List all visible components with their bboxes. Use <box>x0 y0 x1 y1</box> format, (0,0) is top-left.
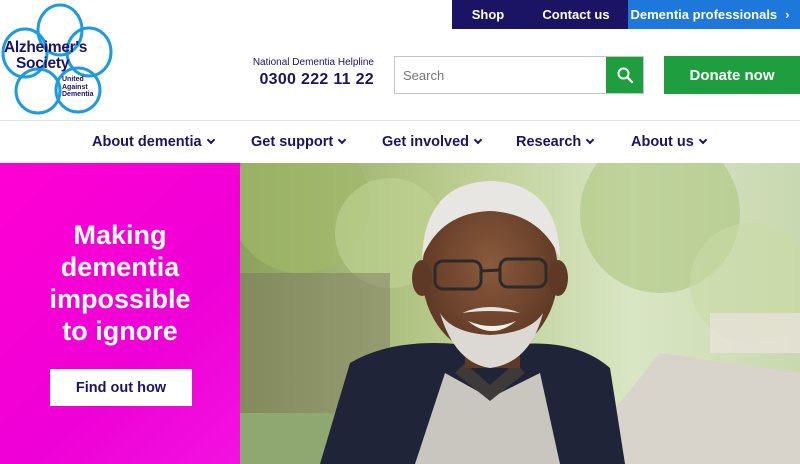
chevron-down-icon <box>337 135 347 145</box>
chevron-down-icon <box>586 135 595 145</box>
chevron-down-icon <box>698 135 708 145</box>
logo-name-line1: Alzheimer's <box>4 39 88 56</box>
logo-tagline: United Against Dementia <box>62 76 94 99</box>
search-input[interactable] <box>395 57 606 93</box>
search-button[interactable] <box>606 57 643 93</box>
nav-item-label: Get involved <box>382 133 470 150</box>
nav-item-about-dementia[interactable]: About dementia <box>92 121 215 162</box>
search-icon <box>617 67 633 83</box>
hero-heading-line: impossible <box>49 284 191 314</box>
hero-heading: Making dementia impossible to ignore <box>0 219 240 347</box>
helpline-label: National Dementia Helpline <box>252 57 374 68</box>
dementia-professionals-link[interactable]: Dementia professionals › <box>628 0 800 29</box>
logo-tagline-2: Against <box>62 83 88 91</box>
chevron-down-icon <box>473 135 483 145</box>
nav-item-label: About us <box>631 133 694 150</box>
logo-wordmark: Alzheimer's Society <box>4 40 114 72</box>
hero-heading-line: to ignore <box>62 316 178 346</box>
shop-link[interactable]: Shop <box>452 0 524 29</box>
nav-item-label: About dementia <box>92 133 202 150</box>
main-nav: About dementia Get support Get involved … <box>0 121 800 162</box>
utility-nav: Shop Contact us Dementia professionals › <box>452 0 800 29</box>
hero-photo-smiling-man <box>240 163 800 464</box>
donate-button[interactable]: Donate now <box>664 56 800 94</box>
logo-tagline-3: Dementia <box>62 91 94 98</box>
helpline-number[interactable]: 0300 222 11 22 <box>238 71 374 89</box>
hero-heading-line: Making <box>73 220 167 250</box>
nav-item-label: Research <box>516 133 582 150</box>
hero-heading-line: dementia <box>60 252 180 282</box>
dementia-professionals-label: Dementia professionals <box>630 7 778 22</box>
nav-item-get-involved[interactable]: Get involved <box>382 121 483 162</box>
site-logo[interactable]: Alzheimer's Society United Against Demen… <box>0 0 118 118</box>
nav-item-research[interactable]: Research <box>516 121 595 162</box>
logo-name-line2: Society <box>16 55 70 72</box>
chevron-down-icon <box>206 135 215 145</box>
nav-item-about-us[interactable]: About us <box>631 121 708 162</box>
nav-item-get-support[interactable]: Get support <box>251 121 347 162</box>
helpline: National Dementia Helpline 0300 222 11 2… <box>238 57 374 89</box>
hero-banner: Making dementia impossible to ignore Fin… <box>0 163 800 464</box>
hero-text-panel: Making dementia impossible to ignore Fin… <box>0 163 240 464</box>
nav-item-label: Get support <box>251 133 334 150</box>
logo-tagline-1: United <box>62 76 84 83</box>
contact-us-link[interactable]: Contact us <box>524 0 628 29</box>
chevron-right-icon: › <box>785 7 790 22</box>
search-form <box>394 56 644 94</box>
find-out-how-button[interactable]: Find out how <box>50 369 192 406</box>
